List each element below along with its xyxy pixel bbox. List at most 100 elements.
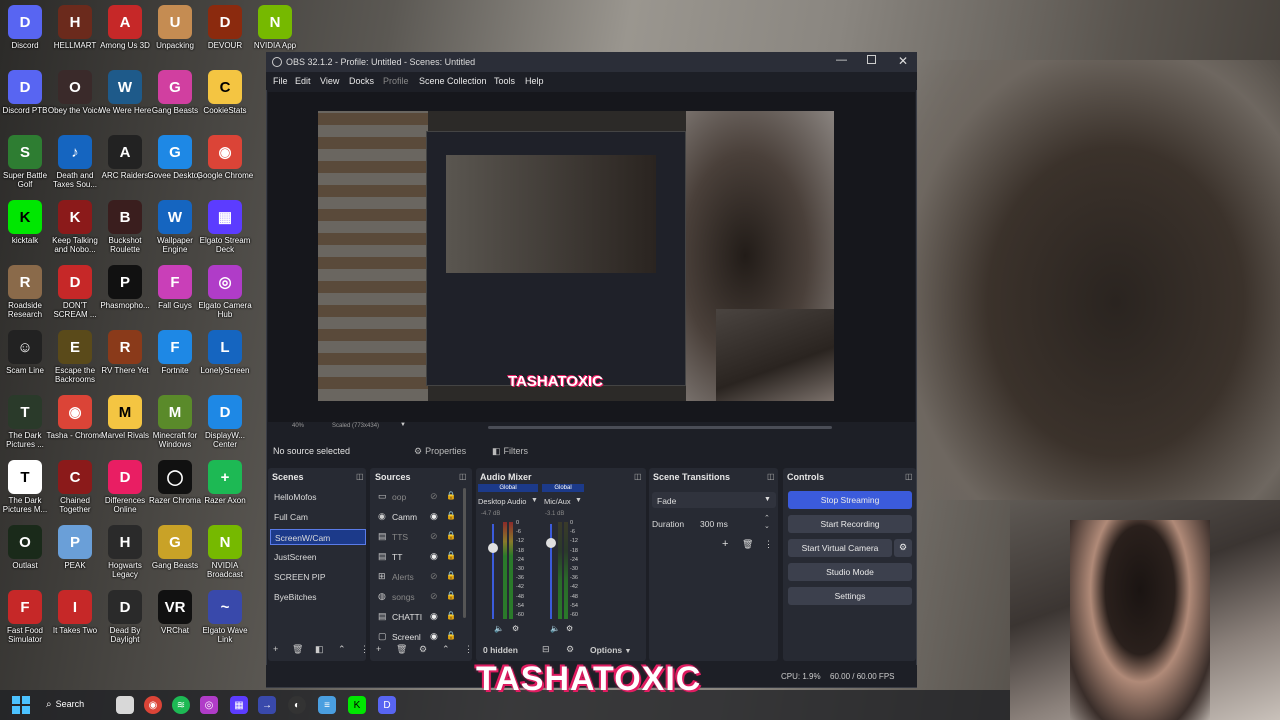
spotify-taskbar-icon[interactable]: ≋: [172, 696, 190, 714]
sources-scrollbar[interactable]: [463, 488, 466, 618]
source-item[interactable]: ▢ Screenl ◉ 🔒: [376, 629, 462, 645]
scene-item[interactable]: SCREEN PIP: [270, 569, 366, 585]
desktop-audio-mute-icon[interactable]: 🔈: [494, 624, 504, 633]
source-item[interactable]: ◍ songs ⊘ 🔒: [376, 589, 462, 605]
menu-help[interactable]: Help: [525, 76, 544, 86]
lock-icon[interactable]: 🔒: [446, 591, 456, 600]
scene-item[interactable]: Full Cam: [270, 509, 366, 525]
menu-scene-collection[interactable]: Scene Collection: [419, 76, 487, 86]
scene-filters-icon[interactable]: ◧: [315, 644, 324, 655]
controls-dock-float-icon[interactable]: ◫: [905, 472, 913, 481]
eye-icon[interactable]: ◉: [430, 631, 438, 642]
remove-scene-icon[interactable]: 🗑: [292, 644, 303, 655]
scene-item[interactable]: HelloMofos: [270, 489, 366, 505]
scene-item[interactable]: JustScreen: [270, 549, 366, 565]
menu-docks[interactable]: Docks: [349, 76, 374, 86]
transition-select[interactable]: Fade ▼: [652, 492, 776, 508]
transitions-dock-float-icon[interactable]: ◫: [767, 472, 775, 481]
desktop-audio-monitor-icon[interactable]: ⚙: [512, 624, 519, 633]
eye-hidden-icon[interactable]: ⊘: [430, 571, 438, 582]
mixer-dock-float-icon[interactable]: ◫: [634, 472, 642, 481]
scenes-dock-float-icon[interactable]: ◫: [356, 472, 364, 481]
move-source-up-icon[interactable]: ⌃: [442, 644, 450, 655]
desktop-shortcut[interactable]: ~ Elgato Wave Link: [196, 590, 254, 644]
menu-file[interactable]: File: [273, 76, 288, 86]
scene-item[interactable]: ScreenW/Cam: [270, 529, 366, 545]
duration-up-icon[interactable]: ⌃: [764, 514, 770, 522]
source-more-icon[interactable]: ⋮: [464, 644, 473, 655]
desktop-audio-dropdown-icon[interactable]: ▼: [531, 497, 538, 504]
eye-icon[interactable]: ◉: [430, 551, 438, 562]
lock-icon[interactable]: 🔒: [446, 571, 456, 580]
kicktalk-taskbar-icon[interactable]: K: [348, 696, 366, 714]
desktop-shortcut[interactable]: C CookieStats: [196, 70, 254, 115]
start-button[interactable]: [12, 696, 30, 714]
mic-aux-dropdown-icon[interactable]: ▼: [575, 497, 582, 504]
eye-icon[interactable]: ◉: [430, 611, 438, 622]
menu-edit[interactable]: Edit: [295, 76, 311, 86]
desktop-shortcut[interactable]: L LonelyScreen: [196, 330, 254, 375]
desktop-shortcut[interactable]: + Razer Axon: [196, 460, 254, 505]
desktop-shortcut[interactable]: N NVIDIA App: [246, 5, 304, 50]
scene-item[interactable]: ByeBitches: [270, 589, 366, 605]
add-transition-icon[interactable]: +: [722, 538, 728, 550]
preview-scale-dropdown-icon[interactable]: ▼: [400, 422, 406, 428]
mic-aux-mute-icon[interactable]: 🔈: [550, 624, 560, 633]
eye-hidden-icon[interactable]: ⊘: [430, 491, 438, 502]
source-properties-icon[interactable]: ⚙: [419, 644, 427, 655]
lock-icon[interactable]: 🔒: [446, 611, 456, 620]
chrome-taskbar-icon[interactable]: ◉: [144, 696, 162, 714]
desktop-shortcut[interactable]: ◉ Google Chrome: [196, 135, 254, 180]
desktop-shortcut[interactable]: D DisplayW... Center: [196, 395, 254, 449]
remove-source-icon[interactable]: 🗑: [396, 644, 407, 655]
eye-hidden-icon[interactable]: ⊘: [430, 591, 438, 602]
eye-hidden-icon[interactable]: ⊘: [430, 531, 438, 542]
start-virtual-camera-button[interactable]: Start Virtual Camera: [788, 539, 892, 557]
menu-tools[interactable]: Tools: [494, 76, 515, 86]
add-source-icon[interactable]: +: [376, 644, 381, 654]
preview-zoom[interactable]: 40%: [292, 423, 304, 429]
wave-link-taskbar-icon[interactable]: →: [258, 696, 276, 714]
remove-transition-icon[interactable]: 🗑: [742, 539, 753, 550]
desktop-shortcut[interactable]: N NVIDIA Broadcast: [196, 525, 254, 579]
stream-deck-taskbar-icon[interactable]: ▦: [230, 696, 248, 714]
stop-streaming-button[interactable]: Stop Streaming: [788, 491, 912, 509]
obs-taskbar-icon[interactable]: ◐: [288, 696, 306, 714]
preview-scrollbar[interactable]: [488, 426, 832, 429]
notepad-taskbar-icon[interactable]: ≡: [318, 696, 336, 714]
taskbar-search[interactable]: ⌕ Search: [46, 694, 106, 714]
add-scene-icon[interactable]: +: [273, 644, 278, 654]
source-item[interactable]: ◉ Camm ◉ 🔒: [376, 509, 462, 525]
preview-canvas[interactable]: TASHATOXIC: [318, 111, 834, 401]
mixer-options-button[interactable]: Options ▼: [590, 645, 631, 655]
properties-button[interactable]: ⚙ Properties: [414, 443, 474, 459]
mic-aux-fader-handle[interactable]: [546, 538, 556, 548]
lock-icon[interactable]: 🔒: [446, 531, 456, 540]
source-item[interactable]: ▭ oop ⊘ 🔒: [376, 489, 462, 505]
maximize-icon[interactable]: [867, 55, 876, 64]
menu-view[interactable]: View: [320, 76, 339, 86]
lock-icon[interactable]: 🔒: [446, 511, 456, 520]
desktop-shortcut[interactable]: ◎ Elgato Camera Hub: [196, 265, 254, 319]
close-icon[interactable]: ✕: [898, 54, 908, 68]
mixer-layout-icon[interactable]: ⊟: [542, 644, 550, 655]
discord-taskbar-icon[interactable]: D: [378, 696, 396, 714]
virtual-camera-settings-button[interactable]: ⚙: [894, 539, 912, 557]
minimize-icon[interactable]: —: [836, 54, 847, 66]
desktop-audio-fader-handle[interactable]: [488, 543, 498, 553]
desktop-audio-fader-track[interactable]: [492, 524, 494, 619]
lock-icon[interactable]: 🔒: [446, 491, 456, 500]
desktop-shortcut[interactable]: ▦ Elgato Stream Deck: [196, 200, 254, 254]
sources-dock-float-icon[interactable]: ◫: [459, 472, 467, 481]
mic-aux-monitor-icon[interactable]: ⚙: [566, 624, 573, 633]
menu-profile[interactable]: Profile: [383, 76, 409, 86]
source-item[interactable]: ▤ TTS ⊘ 🔒: [376, 529, 462, 545]
source-item[interactable]: ▤ TT ◉ 🔒: [376, 549, 462, 565]
preview-scale-label[interactable]: Scaled (773x434): [332, 423, 379, 429]
move-scene-up-icon[interactable]: ⌃: [338, 644, 346, 655]
studio-mode-button[interactable]: Studio Mode: [788, 563, 912, 581]
source-item[interactable]: ⊞ Alerts ⊘ 🔒: [376, 569, 462, 585]
file-explorer-icon[interactable]: [116, 696, 134, 714]
settings-button[interactable]: Settings: [788, 587, 912, 605]
start-recording-button[interactable]: Start Recording: [788, 515, 912, 533]
